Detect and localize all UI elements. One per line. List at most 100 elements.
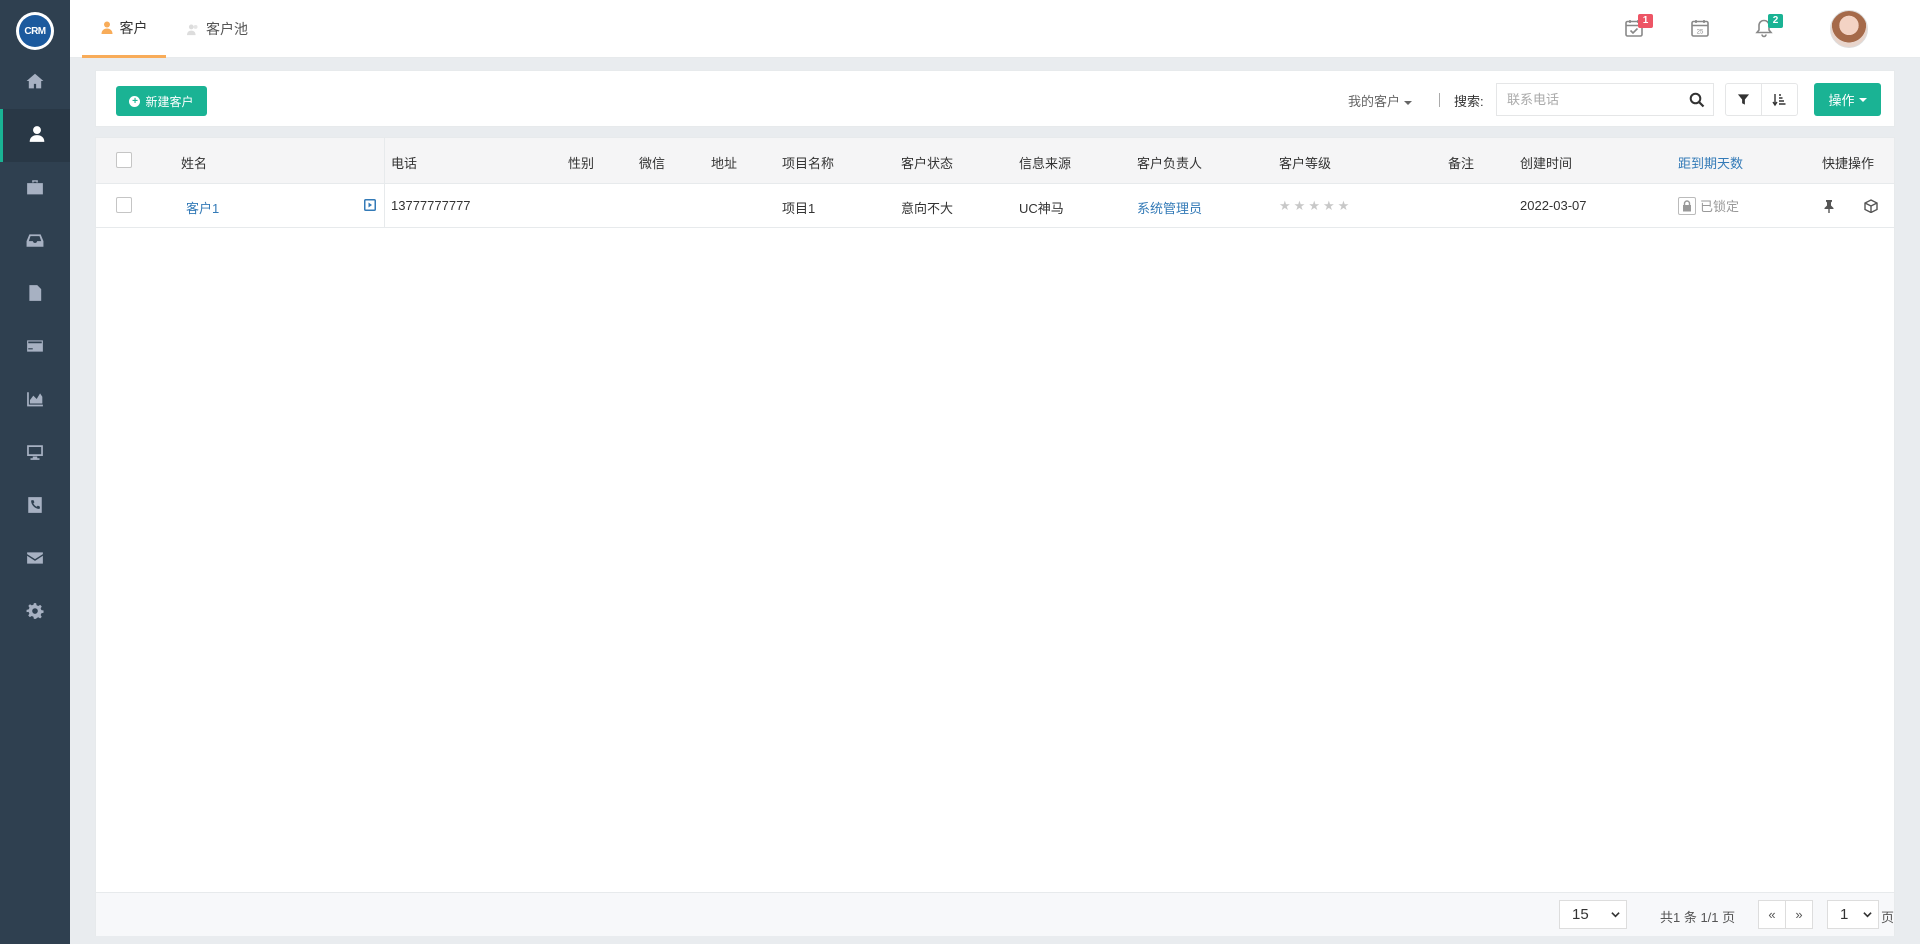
calendar-icon: 25 (1691, 20, 1709, 37)
tasks-button[interactable]: 1 (1624, 14, 1653, 40)
notifications-button[interactable]: 2 (1754, 14, 1783, 40)
column-header-wechat[interactable]: 微信 (639, 153, 665, 172)
customer-name-link[interactable]: 客户1 (186, 198, 219, 217)
column-header-level[interactable]: 客户等级 (1279, 153, 1331, 172)
new-customer-button[interactable]: + 新建客户 (116, 86, 207, 116)
phone-icon (26, 496, 44, 517)
column-header-gender[interactable]: 性别 (568, 153, 594, 172)
caret-down-icon (1858, 97, 1867, 102)
sidebar-item-settings[interactable] (0, 586, 70, 639)
star-icon[interactable]: ★ (1338, 199, 1350, 212)
detail-panel-icon[interactable] (364, 199, 376, 211)
inbox-icon (26, 231, 44, 252)
tab-customer-pool[interactable]: 客户池 (187, 0, 248, 58)
customer-scope-dropdown[interactable]: 我的客户 (1348, 91, 1413, 110)
column-header-days-to-expiry[interactable]: 距到期天数 (1678, 153, 1743, 172)
sidebar-item-briefcase[interactable] (0, 162, 70, 215)
cell-source: UC神马 (1019, 201, 1064, 216)
star-icon[interactable]: ★ (1323, 199, 1335, 212)
cube-icon[interactable] (1864, 199, 1878, 213)
star-icon[interactable]: ★ (1279, 199, 1291, 212)
calendar-button[interactable]: 25 (1690, 18, 1712, 40)
column-header-source[interactable]: 信息来源 (1019, 153, 1071, 172)
pin-icon[interactable] (1822, 199, 1836, 213)
column-header-quick-actions: 快捷操作 (1822, 156, 1875, 171)
tab-customers[interactable]: 客户 (82, 0, 166, 58)
table-row[interactable]: 客户1 13777777777 项目1 意向不大 UC神马 系统管理员 ★ ★ ★ ★… (96, 184, 1894, 228)
table-header: 姓名 电话 性别 微信 地址 项目名称 客户状态 信息来源 客户负责人 客户等级… (96, 138, 1894, 184)
plus-circle-icon: + (129, 95, 141, 107)
expiry-label: 已锁定 (1700, 199, 1740, 214)
star-icon[interactable]: ★ (1308, 199, 1320, 212)
sidebar-item-documents[interactable] (0, 268, 70, 321)
sidebar-item-reports[interactable] (0, 374, 70, 427)
expiry-status: 已锁定 (1678, 196, 1739, 215)
search-icon[interactable] (1689, 92, 1705, 108)
column-header-owner[interactable]: 客户负责人 (1137, 153, 1202, 172)
column-header-created[interactable]: 创建时间 (1520, 153, 1572, 172)
operate-dropdown-button[interactable]: 操作 (1814, 83, 1881, 116)
user-avatar[interactable] (1830, 10, 1868, 48)
users-icon (187, 24, 198, 35)
user-icon (101, 21, 112, 34)
page-size-select[interactable]: 15 (1559, 900, 1627, 929)
cell-status: 意向不大 (901, 201, 954, 216)
search-box (1496, 83, 1714, 116)
row-checkbox[interactable] (116, 197, 132, 213)
sidebar-item-desktop[interactable] (0, 427, 70, 480)
sort-icon (1772, 93, 1786, 106)
sidebar-item-phone[interactable] (0, 480, 70, 533)
column-header-phone[interactable]: 电话 (391, 153, 417, 172)
column-header-address[interactable]: 地址 (711, 153, 737, 172)
rating-stars[interactable]: ★ ★ ★ ★ ★ (1279, 199, 1349, 212)
filter-button[interactable] (1726, 84, 1762, 115)
column-header-name[interactable]: 姓名 (181, 153, 207, 172)
page-number-select[interactable]: 1 (1827, 900, 1879, 929)
sidebar-item-mail[interactable] (0, 533, 70, 586)
table-tools (1725, 83, 1798, 116)
prev-page-button[interactable]: « (1759, 901, 1786, 928)
filter-icon (1737, 94, 1749, 105)
desktop-icon (26, 443, 44, 464)
envelope-icon (26, 549, 44, 570)
tab-customers-label: 客户 (119, 19, 148, 36)
sidebar-item-customers[interactable] (0, 109, 70, 162)
sidebar-item-home[interactable] (0, 56, 70, 109)
star-icon[interactable]: ★ (1294, 199, 1306, 212)
tasks-badge: 1 (1638, 14, 1653, 28)
sidebar-item-payments[interactable] (0, 321, 70, 374)
search-label: 搜索: (1454, 94, 1484, 109)
svg-text:25: 25 (1697, 30, 1704, 36)
area-chart-icon (26, 390, 44, 411)
page-size-value: 15 (1572, 906, 1589, 923)
caret-down-icon (1404, 100, 1413, 105)
cell-project: 项目1 (782, 201, 816, 216)
column-header-project[interactable]: 项目名称 (782, 153, 834, 172)
owner-link[interactable]: 系统管理员 (1137, 198, 1202, 217)
customer-table: 姓名 电话 性别 微信 地址 项目名称 客户状态 信息来源 客户负责人 客户等级… (95, 137, 1895, 936)
column-header-status[interactable]: 客户状态 (901, 153, 953, 172)
user-icon (28, 125, 46, 146)
column-header-note[interactable]: 备注 (1448, 153, 1474, 172)
pagination-info: 共1 条 1/1 页 (1660, 910, 1736, 925)
search-input[interactable] (1497, 84, 1677, 115)
cell-created: 2022-03-07 (1520, 198, 1587, 213)
tab-customer-pool-label: 客户池 (206, 21, 248, 37)
sort-button[interactable] (1762, 84, 1798, 115)
select-all-checkbox[interactable] (116, 152, 132, 168)
crm-logo[interactable]: CRM (16, 12, 54, 50)
current-page-value: 1 (1840, 906, 1849, 923)
next-page-button[interactable]: » (1786, 901, 1812, 928)
logo-text: CRM (19, 15, 51, 47)
lock-icon (1678, 196, 1696, 215)
operate-label: 操作 (1828, 93, 1855, 108)
sidebar: CRM (0, 0, 70, 944)
action-toolbar: + 新建客户 我的客户 搜索: 操作 (95, 70, 1895, 127)
new-customer-label: 新建客户 (145, 94, 194, 109)
file-icon (26, 284, 44, 305)
top-navbar: 客户 客户池 1 25 2 (70, 0, 1920, 58)
page-unit-label: 页 (1881, 910, 1895, 925)
page-nav: « » (1758, 900, 1813, 929)
chevron-down-icon (1863, 912, 1872, 918)
sidebar-item-inbox[interactable] (0, 215, 70, 268)
